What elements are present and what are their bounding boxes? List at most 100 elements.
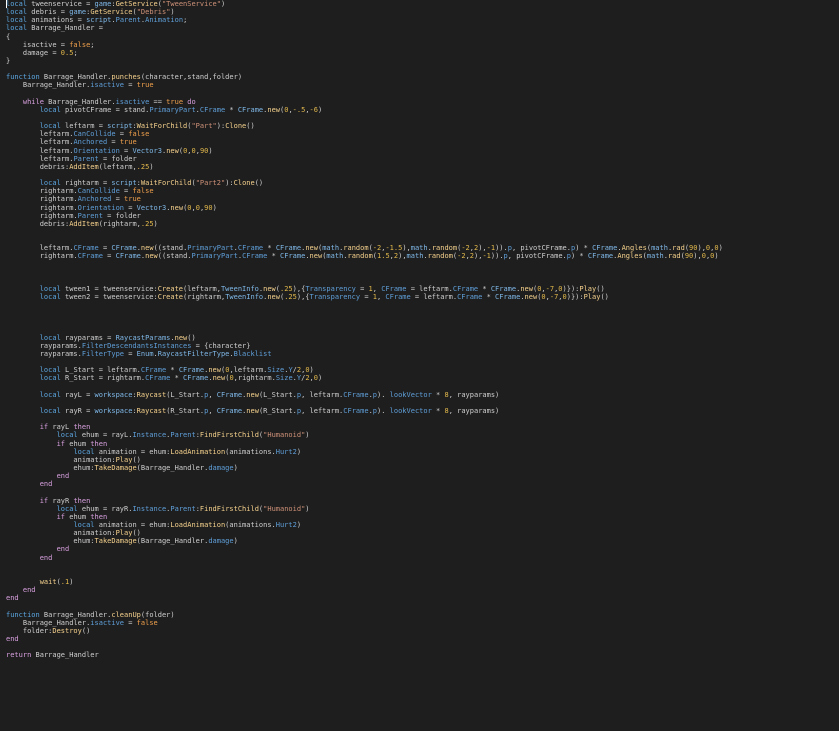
code-token: Barrage_Handler. [39, 73, 112, 82]
code-line: local Barrage_Handler = [6, 24, 723, 32]
code-token: animation = ehum: [94, 447, 171, 456]
code-token: Hurt2 [275, 447, 297, 456]
code-token: new [145, 252, 158, 261]
code-token: new [208, 366, 221, 375]
code-token: (R_Start. [258, 407, 297, 416]
code-token: if [56, 512, 66, 521]
code-token: Play [115, 529, 133, 538]
code-token: punches [111, 73, 141, 82]
code-token: } [6, 56, 11, 65]
code-token: Enum [136, 350, 154, 359]
code-token: = [360, 293, 373, 302]
code-token: rad [672, 244, 685, 253]
code-token: isactive [90, 81, 125, 90]
code-token: = leftarm. [410, 293, 458, 302]
code-token: new [166, 146, 179, 155]
code-token: local [6, 0, 28, 8]
code-token: , leftarm. [301, 407, 344, 416]
code-token: -1 [486, 244, 496, 253]
code-token: )). [495, 244, 508, 253]
code-token: local [56, 504, 78, 513]
code-token: (Barrage_Handler. [136, 537, 209, 546]
code-token: new [267, 105, 281, 114]
code-token: TakeDamage [94, 537, 137, 546]
code-token: then [73, 423, 91, 432]
code-token: animation: [6, 529, 116, 538]
code-token: debris = [27, 8, 70, 17]
code-token: , pivotCFrame. [511, 244, 571, 253]
code-token: * [478, 284, 491, 293]
code-token: Destroy [52, 626, 82, 635]
code-token: CFrame [111, 244, 137, 253]
code-token: ehum [65, 512, 91, 521]
code-token: lookVector [389, 407, 432, 416]
code-token: wait [39, 577, 57, 586]
code-token: rightarm. [6, 195, 78, 204]
code-line: local tween1 = tweenservice:Create(lefta… [6, 285, 723, 293]
code-editor[interactable]: local tweenservice = game:GetService("Tw… [0, 0, 839, 731]
code-line: rayparams.FilterType = Enum.RaycastFilte… [6, 350, 723, 358]
code-token: Instance [132, 431, 167, 440]
code-token: ) [170, 8, 175, 17]
code-line: function Barrage_Handler.cleanUp(folder) [6, 611, 723, 619]
code-token: FilterType [81, 350, 125, 359]
code-token: TweenInfo [220, 284, 259, 293]
code-token: tween1 = tweenservice: [60, 284, 158, 293]
code-token: end [56, 545, 70, 554]
code-token: Animation [145, 16, 184, 25]
code-token: script [86, 16, 112, 25]
code-token: ; [90, 40, 95, 49]
code-token: false [136, 618, 158, 627]
code-token: ),{ [296, 293, 310, 302]
code-token: leftarm. [6, 244, 74, 253]
code-token: GetService [90, 8, 133, 17]
code-token: true [124, 195, 141, 204]
code-token: .25 [284, 293, 297, 302]
code-token: rayL [48, 423, 74, 432]
code-token: local [39, 407, 61, 416]
code-token: new [305, 244, 318, 253]
code-token: Barrage_Handler = [27, 24, 103, 33]
code-token: GetService [115, 0, 158, 8]
code-token: workspace [94, 407, 133, 416]
code-token: FindFirstChild [199, 431, 259, 440]
code-token: "TweenService" [161, 0, 221, 8]
code-token: -2 [372, 244, 382, 253]
code-token: CFrame [145, 374, 171, 383]
code-line: ehum:TakeDamage(Barrage_Handler.damage) [6, 464, 723, 472]
code-token: Parent [170, 504, 196, 513]
code-token: damage [208, 464, 234, 473]
code-token: ) [208, 146, 213, 155]
code-token: PrimaryPart [191, 252, 238, 261]
code-token: * [267, 252, 281, 261]
code-token: new [174, 333, 188, 342]
code-line: while Barrage_Handler.isactive == true d… [6, 98, 723, 106]
code-token: new [263, 284, 276, 293]
code-token: new [267, 293, 280, 302]
code-line: end [6, 554, 723, 562]
code-token: leftarm. [6, 138, 74, 147]
code-token: CFrame [343, 390, 369, 399]
code-token: rayR [48, 496, 74, 505]
code-token: ) [305, 504, 310, 513]
code-line: local tweenservice = game:GetService("Tw… [6, 0, 723, 8]
code-text[interactable]: local tweenservice = game:GetService("Tw… [6, 0, 723, 659]
code-token: random [343, 244, 369, 253]
code-token: rayparams. [6, 341, 82, 350]
code-token: game [94, 0, 112, 8]
code-token: "Humanoid" [263, 431, 306, 440]
code-token: new [170, 203, 184, 212]
code-token: new [524, 293, 538, 302]
code-token: local [39, 179, 61, 188]
code-token: false [132, 187, 154, 196]
code-token: (L_Start. [166, 390, 205, 399]
